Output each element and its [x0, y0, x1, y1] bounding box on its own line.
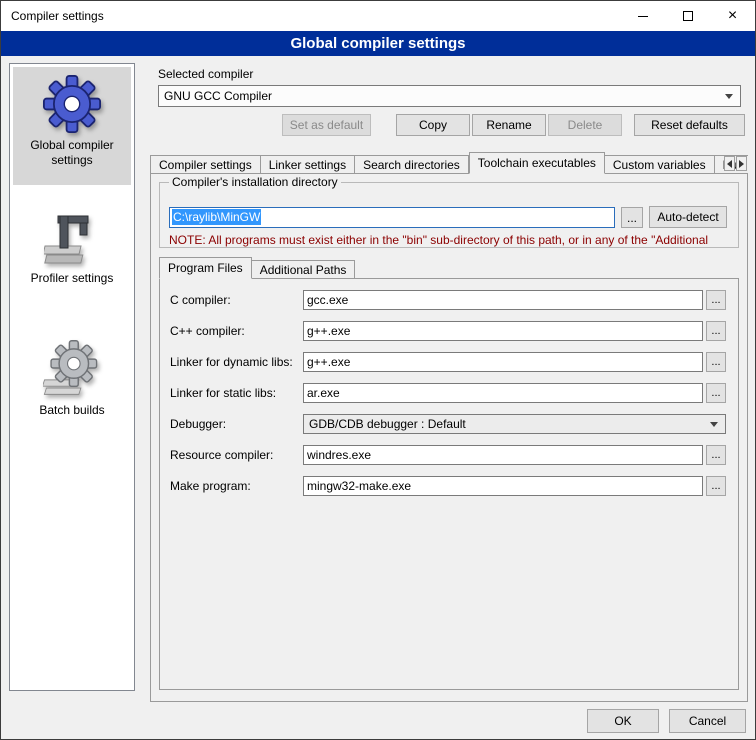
c-compiler-label: C compiler:: [170, 290, 231, 310]
selected-compiler-label: Selected compiler: [158, 67, 253, 81]
resource-compiler-label: Resource compiler:: [170, 445, 273, 465]
program-files-panel: C compiler: ... C++ compiler: ... Linker…: [159, 278, 739, 690]
settings-tab-strip: Compiler settings Linker settings Search…: [150, 152, 748, 174]
sidebar-item-global-compiler-settings[interactable]: Global compiler settings: [13, 67, 131, 185]
chevron-down-icon: [710, 422, 718, 427]
dialog-header-title: Global compiler settings: [1, 31, 755, 56]
browse-cpp-compiler-button[interactable]: ...: [706, 321, 726, 341]
browse-install-dir-button[interactable]: ...: [621, 207, 643, 228]
cpp-compiler-input[interactable]: [303, 321, 703, 341]
settings-category-sidebar: Global compiler settings Profiler settin…: [9, 63, 135, 691]
delete-button: Delete: [548, 114, 622, 136]
close-button[interactable]: ×: [710, 1, 755, 31]
tab-scroll-right-button[interactable]: [736, 156, 747, 171]
left-arrow-icon: [727, 160, 732, 168]
install-dir-input[interactable]: C:\raylib\MinGW: [169, 207, 615, 228]
sidebar-item-label: Global compiler settings: [13, 138, 131, 168]
gray-gear-stack-icon: [43, 340, 101, 398]
dynamic-linker-input[interactable]: [303, 352, 703, 372]
copy-button[interactable]: Copy: [396, 114, 470, 136]
profiler-tool-icon: [44, 210, 100, 266]
tab-custom-variables[interactable]: Custom variables: [605, 155, 715, 174]
cancel-button[interactable]: Cancel: [669, 709, 746, 733]
minimize-icon: [638, 16, 648, 17]
toolchain-executables-panel: Compiler's installation directory C:\ray…: [150, 173, 748, 702]
compiler-select-value: GNU GCC Compiler: [164, 89, 272, 103]
window-title: Compiler settings: [1, 9, 104, 23]
set-as-default-button: Set as default: [282, 114, 371, 136]
tab-program-files[interactable]: Program Files: [159, 257, 252, 279]
browse-make-program-button[interactable]: ...: [706, 476, 726, 496]
debugger-label: Debugger:: [170, 414, 226, 434]
close-icon: ×: [728, 8, 737, 24]
tab-toolchain-executables[interactable]: Toolchain executables: [469, 152, 605, 174]
installation-directory-legend: Compiler's installation directory: [169, 175, 341, 189]
debugger-select-value: GDB/CDB debugger : Default: [309, 417, 466, 431]
cpp-compiler-label: C++ compiler:: [170, 321, 245, 341]
titlebar-buttons: ×: [620, 1, 755, 31]
compiler-settings-dialog: Compiler settings × Global compiler sett…: [0, 0, 756, 740]
resource-compiler-input[interactable]: [303, 445, 703, 465]
rename-button[interactable]: Rename: [472, 114, 546, 136]
browse-c-compiler-button[interactable]: ...: [706, 290, 726, 310]
sidebar-item-batch-builds[interactable]: Batch builds: [13, 332, 131, 422]
right-arrow-icon: [739, 160, 744, 168]
auto-detect-button[interactable]: Auto-detect: [649, 206, 727, 228]
tab-scroll-left-button[interactable]: [724, 156, 735, 171]
maximize-button[interactable]: [665, 1, 710, 31]
sidebar-item-label: Batch builds: [13, 403, 131, 418]
tab-search-directories[interactable]: Search directories: [355, 155, 469, 174]
c-compiler-input[interactable]: [303, 290, 703, 310]
sidebar-item-profiler-settings[interactable]: Profiler settings: [13, 202, 131, 292]
minimize-button[interactable]: [620, 1, 665, 31]
dynamic-linker-label: Linker for dynamic libs:: [170, 352, 293, 372]
bin-subdirectory-note: NOTE: All programs must exist either in …: [169, 233, 735, 247]
blue-gear-icon: [43, 75, 101, 133]
tab-scroll-buttons: [724, 156, 747, 171]
static-linker-input[interactable]: [303, 383, 703, 403]
titlebar: Compiler settings ×: [1, 1, 755, 31]
tab-linker-settings[interactable]: Linker settings: [261, 155, 355, 174]
static-linker-label: Linker for static libs:: [170, 383, 276, 403]
maximize-icon: [683, 11, 693, 21]
browse-resource-compiler-button[interactable]: ...: [706, 445, 726, 465]
make-program-input[interactable]: [303, 476, 703, 496]
installation-directory-groupbox: Compiler's installation directory C:\ray…: [159, 182, 739, 248]
tab-additional-paths[interactable]: Additional Paths: [252, 260, 356, 279]
install-dir-selected-text: C:\raylib\MinGW: [172, 209, 261, 225]
compiler-select[interactable]: GNU GCC Compiler: [158, 85, 741, 107]
program-files-tab-strip: Program Files Additional Paths: [159, 258, 355, 279]
reset-defaults-button[interactable]: Reset defaults: [634, 114, 745, 136]
ok-button[interactable]: OK: [587, 709, 659, 733]
debugger-select[interactable]: GDB/CDB debugger : Default: [303, 414, 726, 434]
browse-static-linker-button[interactable]: ...: [706, 383, 726, 403]
make-program-label: Make program:: [170, 476, 251, 496]
chevron-down-icon: [725, 94, 733, 99]
tab-compiler-settings[interactable]: Compiler settings: [150, 155, 261, 174]
sidebar-item-label: Profiler settings: [13, 271, 131, 286]
browse-dynamic-linker-button[interactable]: ...: [706, 352, 726, 372]
